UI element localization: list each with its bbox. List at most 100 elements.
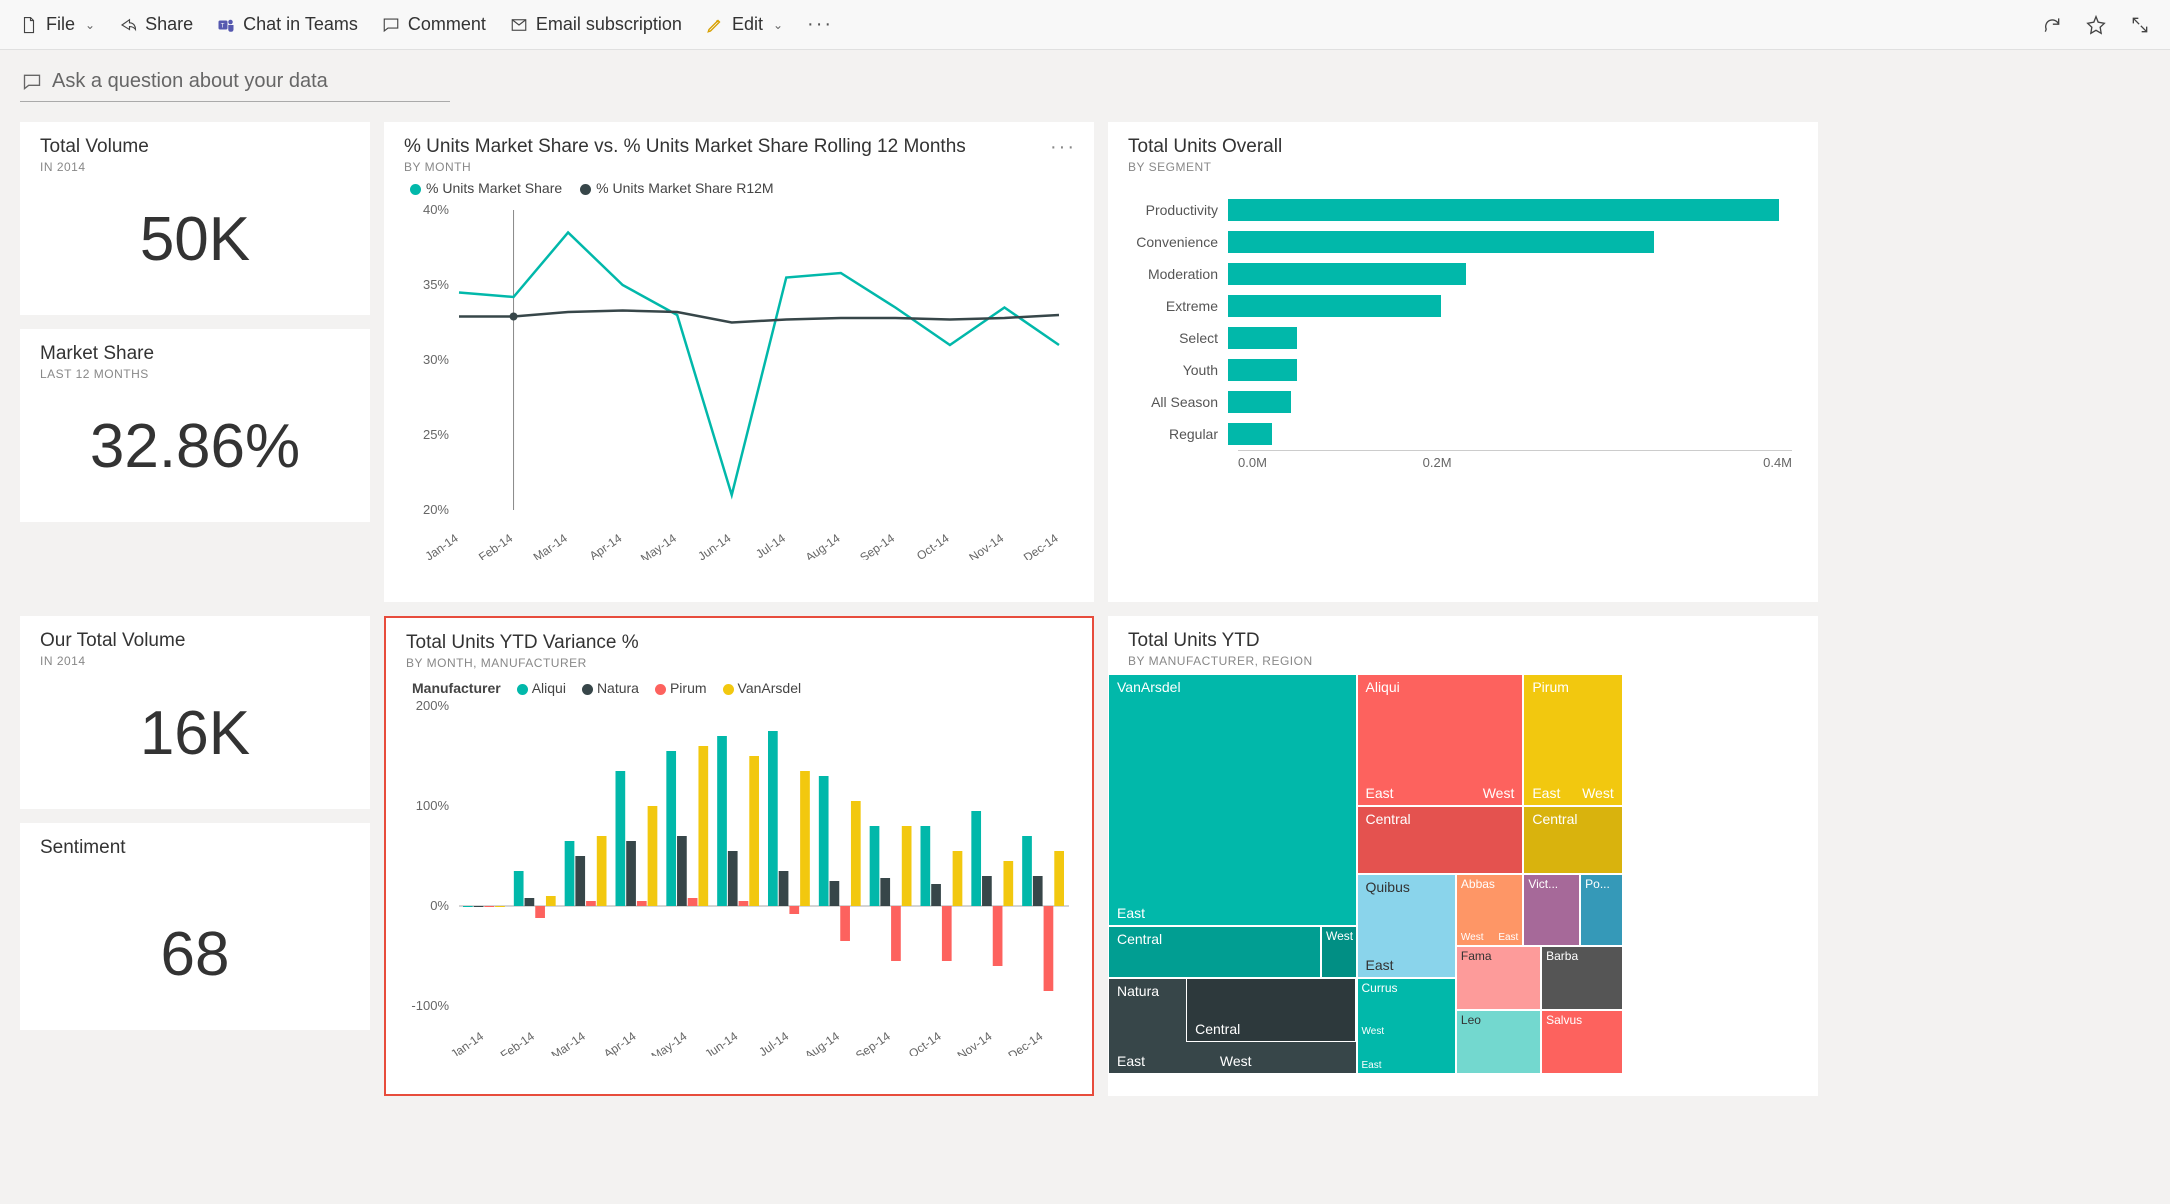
legend-item: Aliqui — [532, 680, 566, 696]
kpi-title: Sentiment — [20, 823, 370, 859]
treemap-cell-vanarsdel-west[interactable]: West — [1321, 926, 1357, 978]
svg-text:Oct-14: Oct-14 — [914, 531, 952, 560]
hbar-row[interactable]: Convenience — [1118, 226, 1792, 258]
treemap-cell-natura-central[interactable]: Central — [1186, 978, 1356, 1042]
hbar-row[interactable]: Select — [1118, 322, 1792, 354]
svg-text:T: T — [221, 23, 225, 29]
svg-text:0%: 0% — [430, 898, 449, 913]
legend-item: % Units Market Share R12M — [596, 180, 773, 196]
svg-text:Sep-14: Sep-14 — [853, 1029, 893, 1056]
kpi-value: 50K — [20, 174, 370, 315]
kpi-value: 68 — [20, 859, 370, 1030]
refresh-icon[interactable] — [2042, 15, 2062, 35]
hbar-row[interactable]: Productivity — [1118, 194, 1792, 226]
treemap-cell-po[interactable]: Po... — [1580, 874, 1623, 946]
svg-text:Jan-14: Jan-14 — [423, 531, 461, 560]
treemap-cell-barba[interactable]: Barba — [1541, 946, 1623, 1010]
hbar-label: Regular — [1118, 426, 1228, 442]
teams-icon: T — [217, 16, 235, 34]
chart-sub: BY MONTH — [384, 158, 1094, 174]
legend-item: Natura — [597, 680, 639, 696]
chevron-down-icon: ⌄ — [773, 18, 783, 32]
treemap-cell-pirum-central[interactable]: Central — [1523, 806, 1622, 874]
hbar-chart-tile[interactable]: Total Units Overall BY SEGMENT Productiv… — [1108, 122, 1818, 602]
pencil-icon — [706, 16, 724, 34]
chart-title: Total Units YTD Variance % — [386, 618, 1092, 654]
grouped-bar-svg: -100%0%100%200%Jan-14Feb-14Mar-14Apr-14M… — [399, 696, 1079, 1056]
hbar-label: Moderation — [1118, 266, 1228, 282]
line-chart-tile[interactable]: ··· % Units Market Share vs. % Units Mar… — [384, 122, 1094, 602]
treemap-cell-abbas[interactable]: AbbasWestEast — [1456, 874, 1523, 946]
svg-text:Mar-14: Mar-14 — [531, 531, 570, 560]
hbar-label: Extreme — [1118, 298, 1228, 314]
more-options-button[interactable]: ··· — [807, 13, 833, 36]
hbar-row[interactable]: Extreme — [1118, 290, 1792, 322]
svg-text:Nov-14: Nov-14 — [955, 1029, 995, 1056]
qa-input[interactable]: Ask a question about your data — [20, 64, 450, 102]
comment-icon — [382, 16, 400, 34]
share-label: Share — [145, 14, 193, 35]
svg-text:Feb-14: Feb-14 — [476, 531, 515, 560]
ytd-variance-tile[interactable]: Total Units YTD Variance % BY MONTH, MAN… — [384, 616, 1094, 1096]
kpi-title: Total Volume — [20, 122, 370, 158]
tile-options-button[interactable]: ··· — [1050, 136, 1076, 159]
chat-bubble-icon — [22, 72, 42, 92]
treemap-cell-quibus[interactable]: QuibusEast — [1357, 874, 1456, 978]
treemap-cell-vanarsdel[interactable]: VanArsdelEast — [1108, 674, 1357, 926]
line-chart-svg: 20%25%30%35%40%Jan-14Feb-14Mar-14Apr-14M… — [399, 200, 1079, 560]
chat-teams-button[interactable]: T Chat in Teams — [217, 14, 358, 35]
legend-item: Pirum — [670, 680, 707, 696]
treemap-cell-vanarsdel-central[interactable]: Central — [1108, 926, 1321, 978]
treemap-cell-aliqui-central[interactable]: Central — [1357, 806, 1524, 874]
share-button[interactable]: Share — [119, 14, 193, 35]
svg-text:Jul-14: Jul-14 — [756, 1029, 791, 1056]
kpi-our-total-volume-tile[interactable]: Our Total Volume IN 2014 16K — [20, 616, 370, 809]
share-icon — [119, 16, 137, 34]
svg-text:35%: 35% — [423, 277, 449, 292]
svg-text:Feb-14: Feb-14 — [498, 1029, 537, 1056]
kpi-total-volume-tile[interactable]: Total Volume IN 2014 50K — [20, 122, 370, 315]
kpi-value: 16K — [20, 668, 370, 809]
hbar-body: ProductivityConvenience Moderation Extreme… — [1108, 174, 1818, 480]
svg-text:Jul-14: Jul-14 — [753, 531, 788, 560]
chart-title: Total Units YTD — [1108, 616, 1818, 652]
svg-text:100%: 100% — [416, 798, 450, 813]
treemap-cell-aliqui[interactable]: AliquiEastWest — [1357, 674, 1524, 806]
chart-legend: % Units Market Share % Units Market Shar… — [384, 174, 1094, 200]
file-menu[interactable]: File ⌄ — [20, 14, 95, 35]
chart-title: Total Units Overall — [1108, 122, 1818, 158]
chevron-down-icon: ⌄ — [85, 18, 95, 32]
hbar-row[interactable]: All Season — [1118, 386, 1792, 418]
treemap-cell-victoria[interactable]: Vict... — [1523, 874, 1580, 946]
legend-item: VanArsdel — [738, 680, 802, 696]
treemap-cell-currus[interactable]: CurrusEastWest — [1357, 978, 1456, 1074]
comment-label: Comment — [408, 14, 486, 35]
svg-text:40%: 40% — [423, 202, 449, 217]
treemap-tile[interactable]: Total Units YTD BY MANUFACTURER, REGION … — [1108, 616, 1818, 1096]
hbar-row[interactable]: Youth — [1118, 354, 1792, 386]
file-label: File — [46, 14, 75, 35]
legend-title: Manufacturer — [412, 680, 501, 696]
chart-title: % Units Market Share vs. % Units Market … — [384, 122, 1094, 158]
treemap-cell-pirum[interactable]: PirumEastWest — [1523, 674, 1622, 806]
email-subscription-button[interactable]: Email subscription — [510, 14, 682, 35]
fullscreen-icon[interactable] — [2130, 15, 2150, 35]
svg-text:Jan-14: Jan-14 — [448, 1029, 486, 1056]
chart-sub: BY MANUFACTURER, REGION — [1108, 652, 1818, 668]
kpi-market-share-tile[interactable]: Market Share LAST 12 MONTHS 32.86% — [20, 329, 370, 522]
svg-text:Dec-14: Dec-14 — [1021, 531, 1061, 560]
kpi-sentiment-tile[interactable]: Sentiment 68 — [20, 823, 370, 1030]
email-label: Email subscription — [536, 14, 682, 35]
hbar-label: All Season — [1118, 394, 1228, 410]
treemap-cell-fama[interactable]: Fama — [1456, 946, 1541, 1010]
qa-placeholder: Ask a question about your data — [52, 70, 328, 93]
chart-legend: Manufacturer Aliqui Natura Pirum VanArsd… — [386, 680, 1092, 696]
treemap-cell-salvus[interactable]: Salvus — [1541, 1010, 1623, 1074]
favorite-star-icon[interactable] — [2086, 15, 2106, 35]
comment-button[interactable]: Comment — [382, 14, 486, 35]
svg-text:25%: 25% — [423, 427, 449, 442]
edit-menu[interactable]: Edit ⌄ — [706, 14, 783, 35]
treemap-cell-leo[interactable]: Leo — [1456, 1010, 1541, 1074]
hbar-row[interactable]: Regular — [1118, 418, 1792, 450]
hbar-row[interactable]: Moderation — [1118, 258, 1792, 290]
